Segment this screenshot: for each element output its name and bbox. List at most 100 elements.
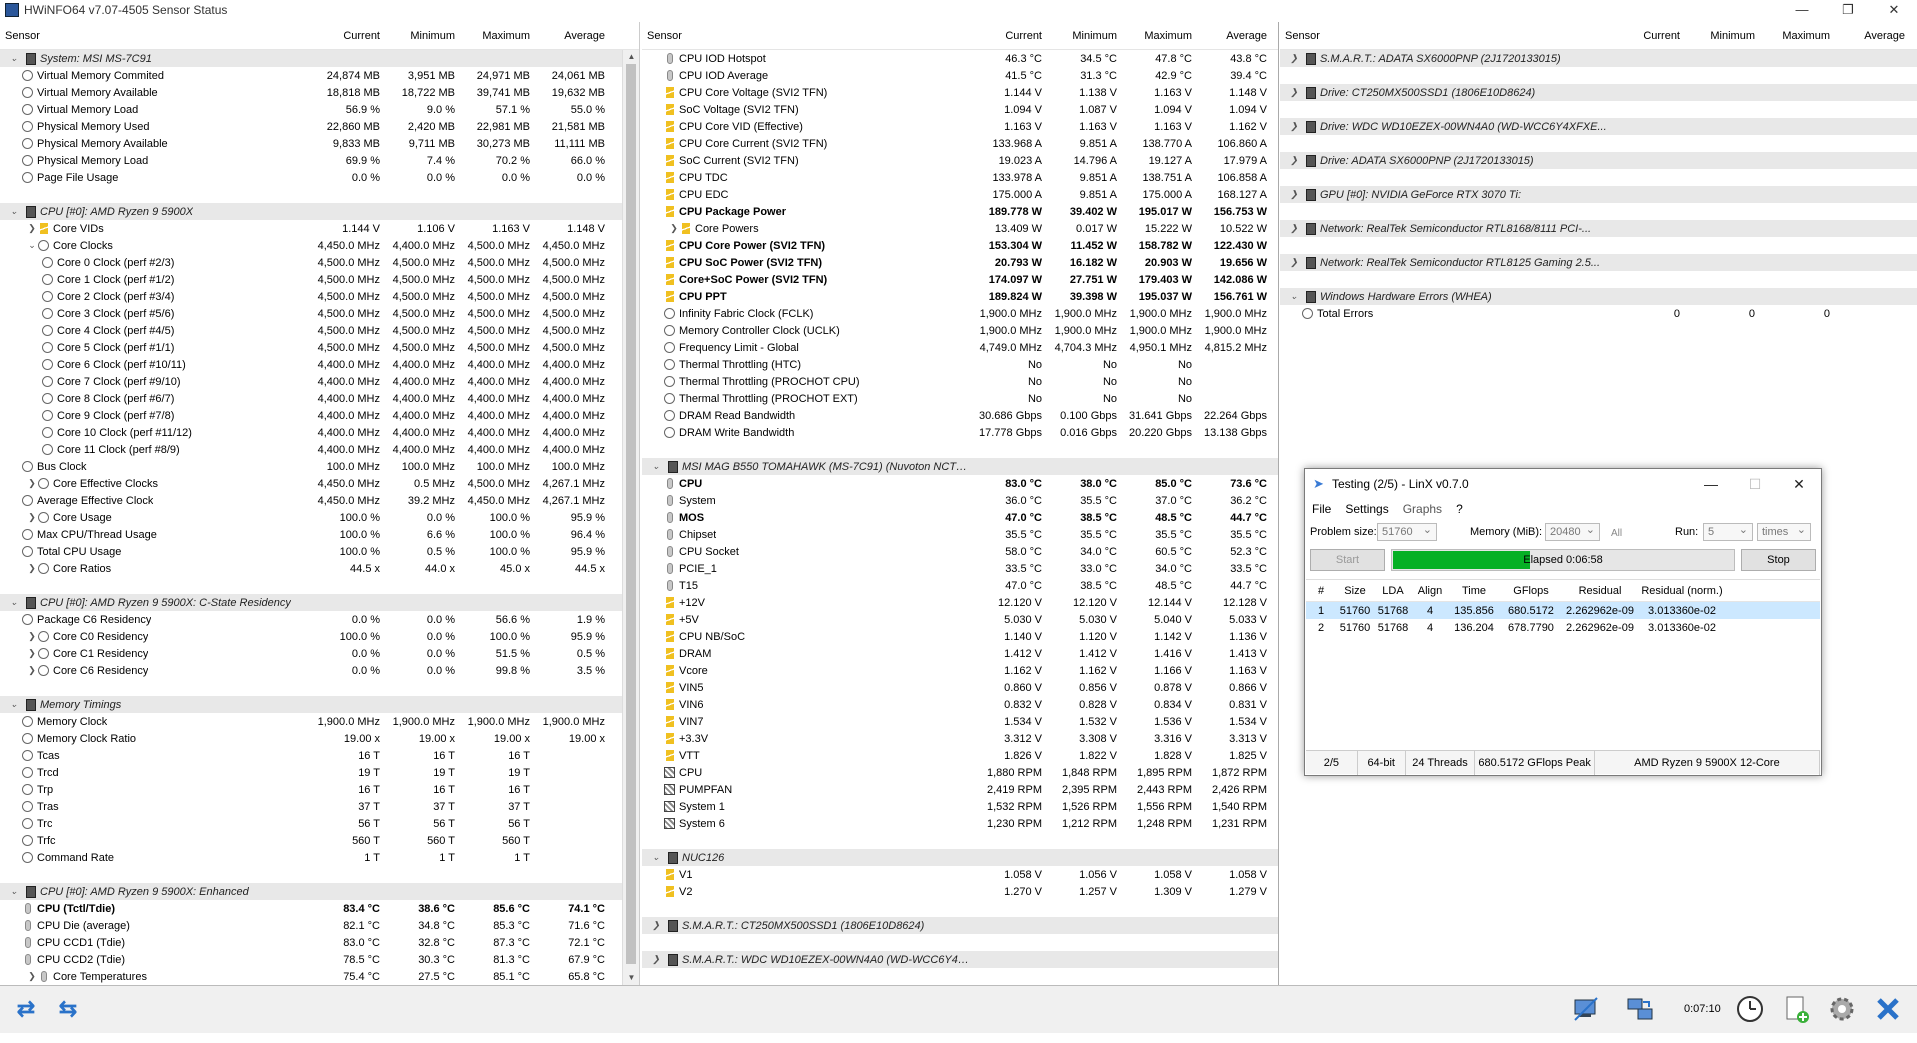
sensor-row-core-usage[interactable]: ❯ Core Usage 100.0 % 0.0 % 100.0 % 95.9 % [0,509,639,526]
sensor-row-trfc[interactable]: Trfc 560 T 560 T 560 T [0,832,639,849]
sensor-row-thermal-throttling-htc[interactable]: Thermal Throttling (HTC) No No No [642,356,1278,373]
menu-file[interactable]: File [1305,502,1338,516]
sensor-row-total-cpu-usage[interactable]: Total CPU Usage 100.0 % 0.5 % 100.0 % 95.9 % [0,543,639,560]
sensor-row-command-rate[interactable]: Command Rate 1 T 1 T 1 T [0,849,639,866]
sensor-row-vtt[interactable]: VTT 1.826 V 1.822 V 1.828 V 1.825 V [642,747,1278,764]
sensor-row-pumpfan[interactable]: PUMPFAN 2,419 RPM 2,395 RPM 2,443 RPM 2,426 … [642,781,1278,798]
group-header-memory-timings[interactable]: ⌄ Memory Timings [0,696,639,713]
minimize-button[interactable]: — [1779,0,1825,20]
sensor-row-virtual-memory-commited[interactable]: Virtual Memory Commited 24,874 MB 3,951 MB… [0,67,639,84]
sensor-row-total-errors[interactable]: Total Errors 0 0 0 [1280,305,1917,322]
sensor-row-tras[interactable]: Tras 37 T 37 T 37 T [0,798,639,815]
sensor-row-virtual-memory-available[interactable]: Virtual Memory Available 18,818 MB 18,722 … [0,84,639,101]
col-sensor[interactable]: Sensor [642,30,972,42]
sensor-row-core-effective-clocks[interactable]: ❯ Core Effective Clocks 4,450.0 MHz 0.5 MHz… [0,475,639,492]
col-minimum[interactable]: Minimum [1047,30,1122,42]
results-col-size[interactable]: Size [1336,585,1374,597]
collapse-chevron-icon[interactable]: ⌄ [650,852,662,863]
sensor-row-core-9-clock-perf-7-8[interactable]: Core 9 Clock (perf #7/8) 4,400.0 MHz 4,400… [0,407,639,424]
sensor-row-core-powers[interactable]: ❯ Core Powers 13.409 W 0.017 W 15.222 W 10.52… [642,220,1278,237]
menu-settings[interactable]: Settings [1338,502,1395,516]
col-average[interactable]: Average [1835,30,1910,42]
results-col-gflops[interactable]: GFlops [1500,585,1562,597]
group-header-s-m-a-r-t-adata-sx6000pnp-2j1720133015[interactable]: ❯ S.M.A.R.T.: ADATA SX6000PNP (2J17201330… [1280,50,1917,67]
col-sensor[interactable]: Sensor [1280,30,1610,42]
collapse-chevron-icon[interactable]: ⌄ [8,886,20,897]
sensor-row-physical-memory-available[interactable]: Physical Memory Available 9,833 MB 9,711 M… [0,135,639,152]
clock-icon[interactable] [1730,992,1770,1026]
expand-chevron-icon[interactable]: ❯ [1288,223,1300,234]
sensor-row-t15[interactable]: T15 47.0 °C 38.5 °C 48.5 °C 44.7 °C [642,577,1278,594]
results-col-residual-norm[interactable]: Residual (norm.) [1638,585,1726,597]
sensor-row-system[interactable]: System 36.0 °C 35.5 °C 37.0 °C 36.2 °C [642,492,1278,509]
sensor-row-cpu-core-current-svi2-tfn[interactable]: CPU Core Current (SVI2 TFN) 133.968 A 9.85… [642,135,1278,152]
expand-chevron-icon[interactable]: ❯ [1288,257,1300,268]
sensor-row-bus-clock[interactable]: Bus Clock 100.0 MHz 100.0 MHz 100.0 MHz 100.… [0,458,639,475]
sensor-row-thermal-throttling-prochot-cpu[interactable]: Thermal Throttling (PROCHOT CPU) No No No [642,373,1278,390]
expand-chevron-icon[interactable]: ❯ [668,223,680,234]
col-maximum[interactable]: Maximum [1122,30,1197,42]
sensor-row-core-c0-residency[interactable]: ❯ Core C0 Residency 100.0 % 0.0 % 100.0 % 95.… [0,628,639,645]
sensor-row-chipset[interactable]: Chipset 35.5 °C 35.5 °C 35.5 °C 35.5 °C [642,526,1278,543]
sensor-row-core-6-clock-perf-10-11[interactable]: Core 6 Clock (perf #10/11) 4,400.0 MHz 4,4… [0,356,639,373]
results-col-residual[interactable]: Residual [1562,585,1638,597]
group-header-windows-hardware-errors-whea[interactable]: ⌄ Windows Hardware Errors (WHEA) [1280,288,1917,305]
sensor-row-core-7-clock-perf-9-10[interactable]: Core 7 Clock (perf #9/10) 4,400.0 MHz 4,40… [0,373,639,390]
group-header-network-realtek-semiconductor-rtl8125-ga[interactable]: ❯ Network: RealTek Semiconductor RTL8125 … [1280,254,1917,271]
results-col-lda[interactable]: LDA [1374,585,1412,597]
expand-chevron-icon[interactable]: ❯ [1288,121,1300,132]
sensor-row-memory-clock-ratio[interactable]: Memory Clock Ratio 19.00 x 19.00 x 19.00 x 1… [0,730,639,747]
col-maximum[interactable]: Maximum [1760,30,1835,42]
sensor-row-vcore[interactable]: Vcore 1.162 V 1.162 V 1.166 V 1.163 V [642,662,1278,679]
group-header-msi-mag-b550-tomahawk-ms-7c91-nuvoton-nc[interactable]: ⌄ MSI MAG B550 TOMAHAWK (MS-7C91) (Nuvoto… [642,458,1278,475]
menu-graphs[interactable]: Graphs [1396,502,1449,516]
sensor-row-max-cpu-thread-usage[interactable]: Max CPU/Thread Usage 100.0 % 6.6 % 100.0 % 9… [0,526,639,543]
settings-gear-icon[interactable] [1822,992,1862,1026]
sensor-row-v2[interactable]: V2 1.270 V 1.257 V 1.309 V 1.279 V [642,883,1278,900]
sensor-row-core-4-clock-perf-4-5[interactable]: Core 4 Clock (perf #4/5) 4,500.0 MHz 4,500… [0,322,639,339]
results-col-time[interactable]: Time [1448,585,1500,597]
col-maximum[interactable]: Maximum [460,30,535,42]
expand-chevron-icon[interactable]: ❯ [26,478,38,489]
linx-close-button[interactable]: ✕ [1777,469,1821,499]
sensor-row-core-10-clock-perf-11-12[interactable]: Core 10 Clock (perf #11/12) 4,400.0 MHz 4,… [0,424,639,441]
group-header-cpu-0-amd-ryzen-9-5900x[interactable]: ⌄ CPU [#0]: AMD Ryzen 9 5900X [0,203,639,220]
col-current[interactable]: Current [310,30,385,42]
linx-minimize-button[interactable]: — [1689,469,1733,499]
sensor-row-cpu-soc-power-svi2-tfn[interactable]: CPU SoC Power (SVI2 TFN) 20.793 W 16.182 W… [642,254,1278,271]
sensor-row-physical-memory-load[interactable]: Physical Memory Load 69.9 % 7.4 % 70.2 % 66.… [0,152,639,169]
expand-arrows-icon[interactable]: ⇆ [46,992,86,1026]
sensor-row-system-6[interactable]: System 6 1,230 RPM 1,212 RPM 1,248 RPM 1,231… [642,815,1278,832]
sensor-row-core-c1-residency[interactable]: ❯ Core C1 Residency 0.0 % 0.0 % 51.5 % 0.5 % [0,645,639,662]
sensor-row-virtual-memory-load[interactable]: Virtual Memory Load 56.9 % 9.0 % 57.1 % 55.0… [0,101,639,118]
expand-chevron-icon[interactable]: ❯ [26,563,38,574]
sensor-row-core-temperatures[interactable]: ❯ Core Temperatures 75.4 °C 27.5 °C 85.1 °C 6… [0,968,639,985]
expand-chevron-icon[interactable]: ❯ [26,648,38,659]
sensor-row-physical-memory-used[interactable]: Physical Memory Used 22,860 MB 2,420 MB 22,… [0,118,639,135]
run-combo[interactable]: 5 [1703,523,1753,541]
collapse-chevron-icon[interactable]: ⌄ [1288,291,1300,302]
scroll-down-arrow[interactable]: ▼ [623,971,639,985]
group-header-network-realtek-semiconductor-rtl8168-81[interactable]: ❯ Network: RealTek Semiconductor RTL8168/… [1280,220,1917,237]
sensor-row-cpu[interactable]: CPU 83.0 °C 38.0 °C 85.0 °C 73.6 °C [642,475,1278,492]
sync-icon[interactable] [1620,992,1660,1026]
vertical-scrollbar[interactable]: ▲ ▼ [622,50,639,985]
expand-chevron-icon[interactable]: ❯ [26,971,38,982]
sensor-row-cpu-package-power[interactable]: CPU Package Power 189.778 W 39.402 W 195.01… [642,203,1278,220]
group-header-drive-adata-sx6000pnp-2j1720133015[interactable]: ❯ Drive: ADATA SX6000PNP (2J1720133015) [1280,152,1917,169]
sensor-row-12v[interactable]: +12V 12.120 V 12.120 V 12.144 V 12.128 V [642,594,1278,611]
problem-size-combo[interactable]: 51760 [1377,523,1437,541]
sensor-row-cpu-iod-average[interactable]: CPU IOD Average 41.5 °C 31.3 °C 42.9 °C 39.4… [642,67,1278,84]
group-header-nuc126[interactable]: ⌄ NUC126 [642,849,1278,866]
exit-icon[interactable] [1868,992,1908,1026]
sensor-row-cpu-socket[interactable]: CPU Socket 58.0 °C 34.0 °C 60.5 °C 52.3 °C [642,543,1278,560]
expand-chevron-icon[interactable]: ❯ [26,631,38,642]
group-header-cpu-0-amd-ryzen-9-5900x-enhanced[interactable]: ⌄ CPU [#0]: AMD Ryzen 9 5900X: Enhanced [0,883,639,900]
col-average[interactable]: Average [1197,30,1272,42]
sensor-row-v1[interactable]: V1 1.058 V 1.056 V 1.058 V 1.058 V [642,866,1278,883]
group-header-cpu-0-amd-ryzen-9-5900x-c-state-residenc[interactable]: ⌄ CPU [#0]: AMD Ryzen 9 5900X: C-State Re… [0,594,639,611]
sensor-row-5v[interactable]: +5V 5.030 V 5.030 V 5.040 V 5.033 V [642,611,1278,628]
sensor-row-core-0-clock-perf-2-3[interactable]: Core 0 Clock (perf #2/3) 4,500.0 MHz 4,500… [0,254,639,271]
sensor-row-core-2-clock-perf-3-4[interactable]: Core 2 Clock (perf #3/4) 4,500.0 MHz 4,500… [0,288,639,305]
expand-chevron-icon[interactable]: ❯ [26,512,38,523]
